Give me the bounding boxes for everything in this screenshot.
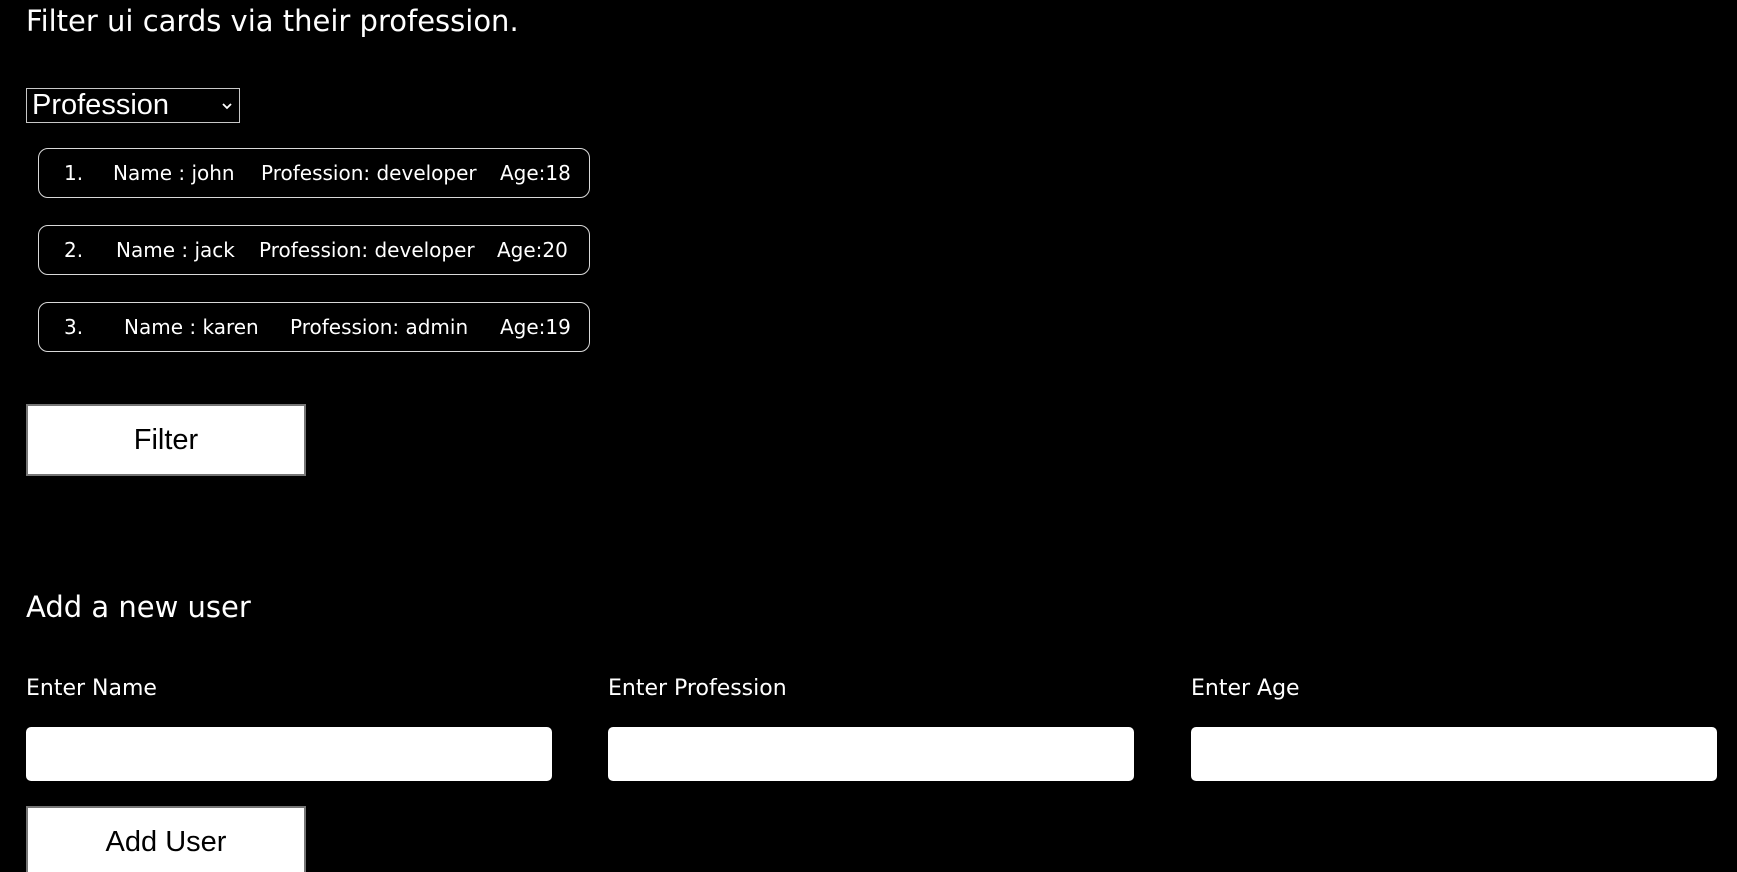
filter-button[interactable]: Filter: [26, 404, 306, 476]
user-card: 2. Name : jack Profession: developer Age…: [38, 225, 590, 275]
chevron-down-icon: [215, 88, 239, 123]
page: Filter ui cards via their profession. Pr…: [0, 0, 1737, 872]
add-user-button[interactable]: Add User: [26, 806, 306, 872]
user-card-profession: Profession: developer: [259, 238, 475, 262]
user-card-list: 1. Name : john Profession: developer Age…: [38, 148, 590, 379]
user-card-index: 3.: [64, 315, 84, 339]
user-card: 3. Name : karen Profession: admin Age:19: [38, 302, 590, 352]
profession-select[interactable]: Profession: [26, 88, 240, 123]
user-card-age: Age:19: [500, 315, 571, 339]
age-field-label: Enter Age: [1191, 676, 1300, 701]
user-card-profession: Profession: admin: [290, 315, 469, 339]
profession-field-label: Enter Profession: [608, 676, 787, 701]
age-input[interactable]: [1191, 727, 1717, 781]
user-card: 1. Name : john Profession: developer Age…: [38, 148, 590, 198]
user-card-profession: Profession: developer: [261, 161, 477, 185]
profession-input[interactable]: [608, 727, 1134, 781]
name-input[interactable]: [26, 727, 552, 781]
page-heading: Filter ui cards via their profession.: [26, 4, 519, 38]
user-card-age: Age:18: [500, 161, 571, 185]
add-user-heading: Add a new user: [26, 590, 251, 624]
user-card-age: Age:20: [497, 238, 568, 262]
profession-select-value: Profession: [32, 89, 170, 121]
name-field-label: Enter Name: [26, 676, 157, 701]
user-card-index: 2.: [64, 238, 84, 262]
user-card-index: 1.: [64, 161, 84, 185]
user-card-name: Name : john: [113, 161, 235, 185]
user-card-name: Name : karen: [124, 315, 259, 339]
user-card-name: Name : jack: [116, 238, 235, 262]
